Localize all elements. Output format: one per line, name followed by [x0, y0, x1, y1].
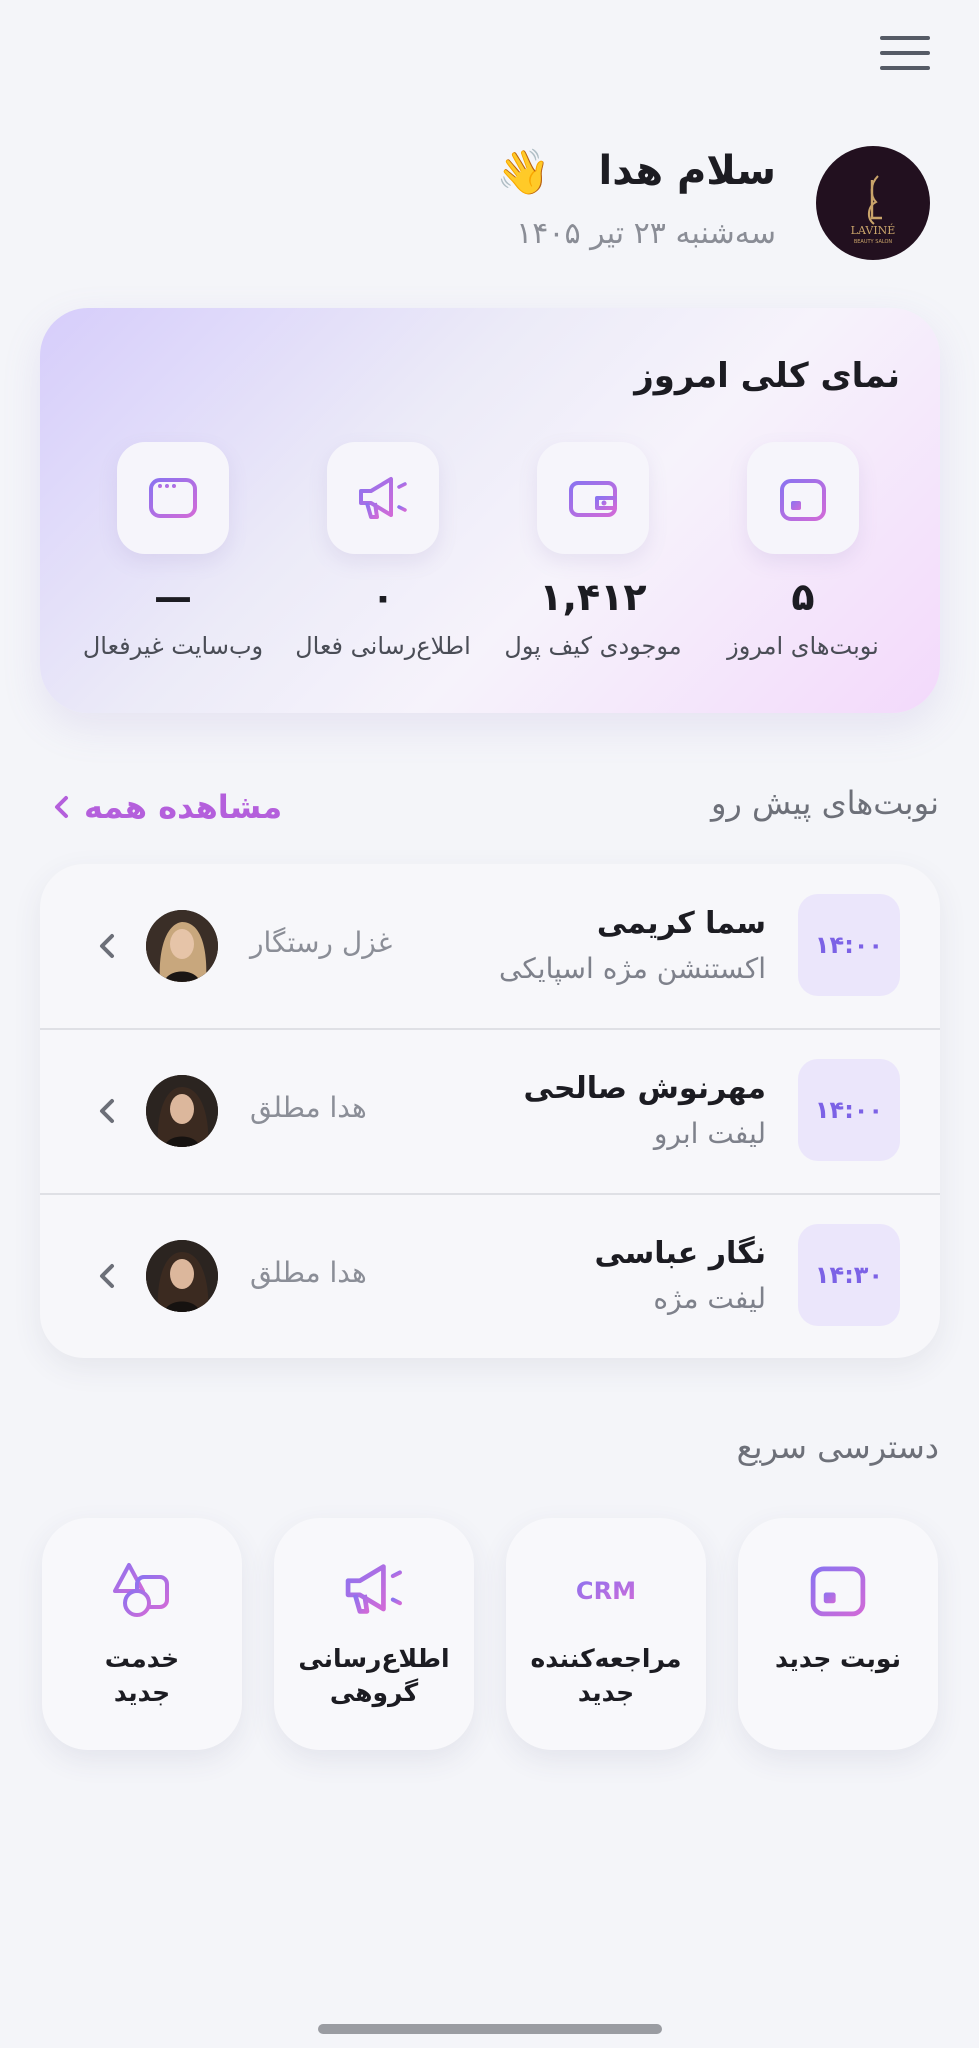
stat-value: ۰ — [371, 575, 395, 619]
appointment-time-badge: ۱۴:۳۰ — [798, 1224, 900, 1326]
stat-icon-container — [327, 442, 439, 554]
new-appointment-button[interactable]: نوبت جدید — [738, 1518, 938, 1750]
salon-logo-avatar[interactable]: LAVINÉ BEAUTY SALON — [816, 146, 930, 260]
appointment-row[interactable]: ۱۴:۰۰ مهرنوش صالحی لیفت ابرو هدا مطلق — [40, 1029, 940, 1195]
current-date: سه‌شنبه ۲۳ تیر ۱۴۰۵ — [516, 216, 776, 251]
calendar-icon — [780, 474, 826, 521]
client-name: مهرنوش صالحی — [523, 1071, 766, 1106]
tile-label-line: جدید — [577, 1678, 635, 1707]
stat-label: اطلاع‌رسانی فعال — [295, 632, 471, 660]
service-name: اکستنشن مژه اسپایکی — [498, 952, 766, 985]
tile-label: مراجعه‌کننده جدید — [506, 1642, 706, 1710]
appointment-row[interactable]: ۱۴:۰۰ سما کریمی اکستنشن مژه اسپایکی غزل … — [40, 864, 940, 1030]
greeting-text: سلام هدا — [598, 148, 777, 194]
staff-name: هدا مطلق — [250, 1091, 367, 1124]
staff-name: غزل رستگار — [250, 926, 393, 959]
staff-avatar — [146, 1240, 218, 1312]
stat-icon-container — [537, 442, 649, 554]
stat-value: ۱,۴۱۲ — [539, 575, 647, 619]
tile-label-line: گروهی — [329, 1678, 419, 1707]
overview-title: نمای کلی امروز — [634, 356, 900, 396]
wallet-icon — [569, 481, 617, 517]
menu-button[interactable] — [872, 30, 934, 76]
tile-label-line: جدید — [113, 1678, 171, 1707]
staff-photo — [146, 910, 218, 982]
upcoming-section-title: نوبت‌های پیش رو — [710, 784, 939, 822]
menu-icon-bar — [880, 51, 930, 55]
see-all-label: مشاهده همه — [84, 788, 283, 826]
staff-name: هدا مطلق — [250, 1256, 367, 1289]
tile-icon-container — [109, 1556, 175, 1622]
client-name: سما کریمی — [596, 906, 766, 941]
staff-photo — [146, 1240, 218, 1312]
wave-icon: 👋 — [496, 147, 551, 198]
client-name: نگار عباسی — [594, 1236, 766, 1271]
tile-label: نوبت جدید — [738, 1642, 938, 1676]
chevron-left-icon[interactable] — [92, 926, 120, 966]
calendar-icon — [810, 1560, 866, 1617]
stat-value: ۵ — [791, 575, 815, 619]
stat-website-status[interactable]: — وب‌سایت غیرفعال — [63, 442, 283, 660]
quick-access-title: دسترسی سریع — [736, 1428, 939, 1466]
tile-label: اطلاع‌رسانی گروهی — [274, 1642, 474, 1710]
chevron-left-icon — [55, 796, 68, 818]
menu-icon-bar — [880, 66, 930, 70]
tile-label-line: اطلاع‌رسانی — [298, 1644, 450, 1673]
chevron-left-icon[interactable] — [92, 1091, 120, 1131]
group-notification-button[interactable]: اطلاع‌رسانی گروهی — [274, 1518, 474, 1750]
megaphone-icon — [359, 477, 409, 519]
stat-wallet-balance[interactable]: ۱,۴۱۲ موجودی کیف پول — [483, 442, 703, 660]
stat-value: — — [154, 575, 192, 619]
see-all-link[interactable]: مشاهده همه — [52, 788, 282, 826]
stat-label: وب‌سایت غیرفعال — [82, 632, 264, 660]
tile-label-line: مراجعه‌کننده — [530, 1644, 682, 1673]
browser-icon — [149, 478, 197, 518]
stat-active-notifications[interactable]: ۰ اطلاع‌رسانی فعال — [273, 442, 493, 660]
logo-subtext: BEAUTY SALON — [854, 239, 893, 245]
megaphone-icon — [345, 1564, 405, 1614]
staff-avatar — [146, 1075, 218, 1147]
appointment-row[interactable]: ۱۴:۳۰ نگار عباسی لیفت مژه هدا مطلق — [40, 1194, 940, 1358]
upcoming-appointments-list: ۱۴:۰۰ سما کریمی اکستنشن مژه اسپایکی غزل … — [40, 864, 940, 1358]
stat-label: موجودی کیف پول — [504, 632, 682, 660]
staff-avatar — [146, 910, 218, 982]
tile-label: خدمت جدید — [42, 1642, 242, 1710]
tile-icon-container — [805, 1556, 871, 1622]
appointment-time-badge: ۱۴:۰۰ — [798, 894, 900, 996]
stat-label: نوبت‌های امروز — [727, 632, 879, 660]
staff-photo — [146, 1075, 218, 1147]
service-name: لیفت ابرو — [653, 1117, 766, 1150]
logo-mark-icon: LAVINÉ BEAUTY SALON — [851, 175, 896, 245]
crm-icon: CRM — [576, 1577, 636, 1605]
tile-icon-container: CRM — [573, 1556, 639, 1622]
today-overview-card: نمای کلی امروز ۵ نوبت‌های امروز ۱,۴۱۲ مو… — [40, 308, 940, 713]
home-indicator[interactable] — [318, 2024, 662, 2034]
appointment-time-badge: ۱۴:۰۰ — [798, 1059, 900, 1161]
new-client-button[interactable]: CRM مراجعه‌کننده جدید — [506, 1518, 706, 1750]
chevron-left-icon[interactable] — [92, 1256, 120, 1296]
service-name: لیفت مژه — [653, 1282, 766, 1315]
tile-label-line: خدمت — [104, 1644, 180, 1673]
stat-icon-container — [747, 442, 859, 554]
shapes-icon — [113, 1563, 169, 1617]
stat-appointments-today[interactable]: ۵ نوبت‌های امروز — [693, 442, 913, 660]
new-service-button[interactable]: خدمت جدید — [42, 1518, 242, 1750]
crm-icon-text: CRM — [576, 1577, 636, 1605]
logo-text: LAVINÉ — [851, 223, 896, 237]
tile-label-line: نوبت جدید — [775, 1644, 901, 1673]
menu-icon-bar — [880, 36, 930, 40]
stat-icon-container — [117, 442, 229, 554]
tile-icon-container — [341, 1556, 407, 1622]
